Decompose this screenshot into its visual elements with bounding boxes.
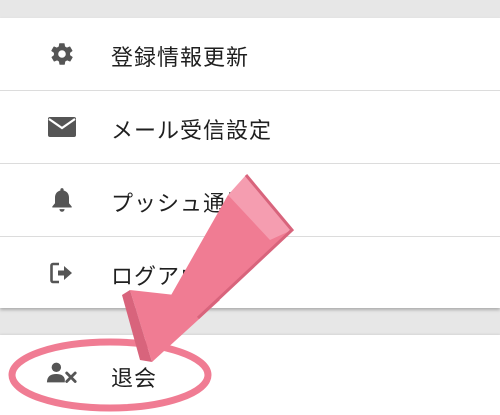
withdraw-label: 退会 [111,367,158,392]
withdraw-section: 退会 [0,335,500,415]
bell-icon [46,184,78,216]
menu-item-profile-update[interactable]: 登録情報更新 [0,18,500,91]
user-remove-icon [46,357,78,389]
menu-item-label: プッシュ通知 [111,192,250,217]
menu-item-push-notification[interactable]: プッシュ通知 [0,164,500,237]
gear-icon [46,38,78,70]
settings-menu: 登録情報更新 メール受信設定 プッシュ通知 ログアウト [0,18,500,308]
menu-item-logout[interactable]: ログアウト [0,237,500,309]
menu-item-label: メール受信設定 [111,119,273,144]
menu-item-withdraw[interactable]: 退会 [0,335,500,407]
settings-screen: 登録情報更新 メール受信設定 プッシュ通知 ログアウト 退会 [0,0,500,415]
envelope-icon [46,111,78,143]
menu-item-mail-settings[interactable]: メール受信設定 [0,91,500,164]
menu-item-label: 登録情報更新 [111,46,250,71]
menu-item-label: ログアウト [111,265,227,290]
sign-out-icon [46,257,78,289]
